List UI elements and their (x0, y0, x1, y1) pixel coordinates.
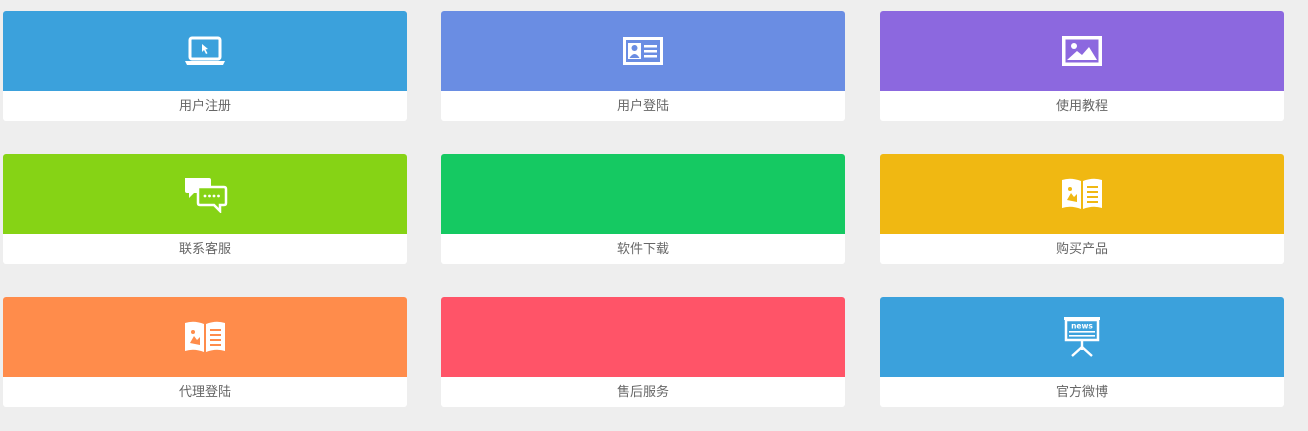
tile-label: 用户注册 (178, 99, 231, 114)
chat-bubbles-icon (181, 174, 229, 214)
tile-color-panel: news (880, 297, 1284, 377)
tile-label: 联系客服 (178, 242, 231, 257)
tile-official-weibo[interactable]: news 官方微博 (880, 297, 1284, 407)
tile-label: 使用教程 (1055, 99, 1108, 114)
tile-user-login[interactable]: 用户登陆 (441, 11, 845, 121)
tile-label: 售后服务 (616, 385, 669, 400)
tile-buy-product[interactable]: 购买产品 (880, 154, 1284, 264)
tile-color-panel (3, 154, 407, 234)
id-card-icon (619, 31, 667, 71)
tile-software-download[interactable]: 软件下载 (441, 154, 845, 264)
tile-label: 软件下载 (616, 242, 669, 257)
tile-color-panel (880, 154, 1284, 234)
tile-color-panel (3, 297, 407, 377)
tile-label: 代理登陆 (178, 385, 231, 400)
tile-color-panel (441, 297, 845, 377)
tile-color-panel (441, 11, 845, 91)
open-book-icon (181, 317, 229, 357)
tile-color-panel (880, 11, 1284, 91)
tile-agent-login[interactable]: 代理登陆 (3, 297, 407, 407)
tile-color-panel (441, 154, 845, 234)
news-board-text: news (1071, 322, 1093, 331)
tile-color-panel (3, 11, 407, 91)
open-book-icon (1058, 174, 1106, 214)
laptop-icon (181, 31, 229, 71)
tile-label: 官方微博 (1055, 385, 1108, 400)
news-board-icon: news (1058, 317, 1106, 357)
tile-user-register[interactable]: 用户注册 (3, 11, 407, 121)
picture-icon (1058, 31, 1106, 71)
tile-label: 购买产品 (1055, 242, 1108, 257)
tile-label: 用户登陆 (616, 99, 669, 114)
tile-tutorial[interactable]: 使用教程 (880, 11, 1284, 121)
tile-after-sales[interactable]: 售后服务 (441, 297, 845, 407)
tile-contact-support[interactable]: 联系客服 (3, 154, 407, 264)
